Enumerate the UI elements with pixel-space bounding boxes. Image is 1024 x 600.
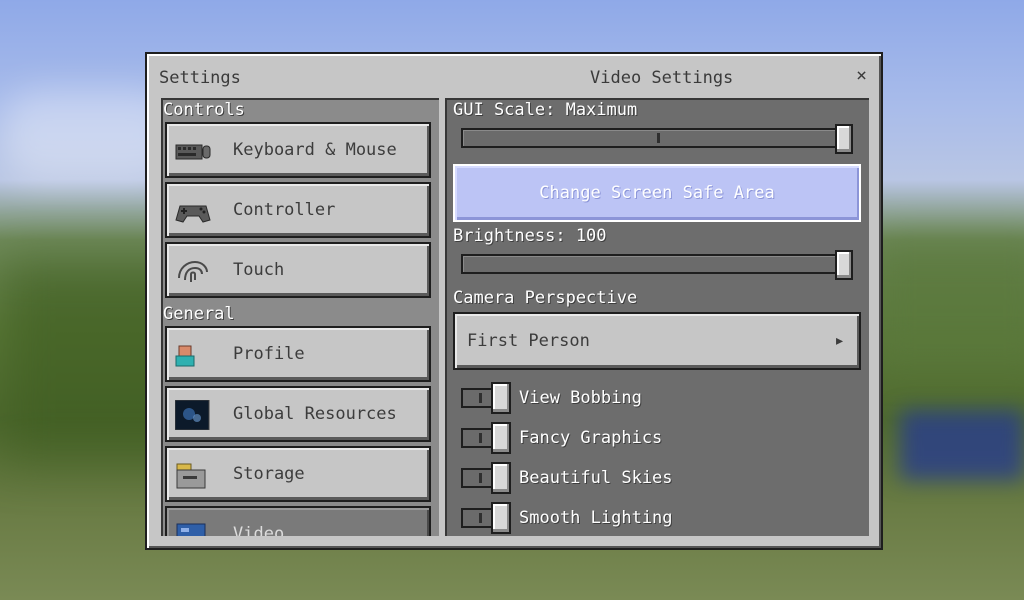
sidebar-item-label: Storage <box>233 464 305 484</box>
brightness-slider[interactable] <box>461 250 853 280</box>
toggle-handle <box>491 422 511 454</box>
controller-icon <box>175 205 211 223</box>
slider-handle[interactable] <box>835 124 853 154</box>
section-label-general: General <box>163 304 235 324</box>
beautiful-skies-label: Beautiful Skies <box>519 468 673 488</box>
sidebar-item-global-resources[interactable]: Global Resources <box>165 386 431 442</box>
beautiful-skies-toggle[interactable] <box>461 462 511 494</box>
keyboard-icon <box>175 144 211 160</box>
chevron-right-icon: ▸ <box>834 330 845 351</box>
sidebar-item-controller[interactable]: Controller <box>165 182 431 238</box>
sidebar-item-touch[interactable]: Touch <box>165 242 431 298</box>
view-bobbing-toggle[interactable] <box>461 382 511 414</box>
sidebar-item-label: Controller <box>233 200 336 220</box>
video-settings-panel: GUI Scale: Maximum Change Screen Safe Ar… <box>445 98 869 536</box>
slider-handle[interactable] <box>835 250 853 280</box>
toggle-row-view-bobbing: View Bobbing <box>461 382 851 414</box>
settings-window: Settings Video Settings × Controls Keybo… <box>145 52 883 550</box>
background-terrain-right <box>870 240 1024 360</box>
brightness-label: Brightness: 100 <box>453 226 607 246</box>
sidebar-item-keyboard-mouse[interactable]: Keyboard & Mouse <box>165 122 431 178</box>
camera-perspective-value: First Person <box>467 331 590 351</box>
sidebar-item-label: Keyboard & Mouse <box>233 140 397 160</box>
section-label-controls: Controls <box>163 100 245 120</box>
global-resources-icon <box>175 400 210 430</box>
background-water <box>900 410 1024 480</box>
sidebar-item-label: Video <box>233 524 285 536</box>
camera-perspective-label: Camera Perspective <box>453 288 638 308</box>
settings-sidebar: Controls Keyboard & Mouse Controller Tou… <box>161 98 439 536</box>
fancy-graphics-toggle[interactable] <box>461 422 511 454</box>
close-icon[interactable]: × <box>856 65 867 86</box>
sidebar-item-label: Global Resources <box>233 404 397 424</box>
page-title: Video Settings <box>590 68 734 88</box>
sidebar-item-label: Touch <box>233 260 285 280</box>
profile-icon <box>175 345 195 367</box>
slider-tick <box>657 133 660 143</box>
sidebar-item-video[interactable]: Video <box>165 506 431 536</box>
camera-perspective-dropdown[interactable]: First Person ▸ <box>453 312 861 370</box>
toggle-handle <box>491 502 511 534</box>
toggle-row-smooth-lighting: Smooth Lighting <box>461 502 851 534</box>
video-icon <box>176 523 206 536</box>
smooth-lighting-label: Smooth Lighting <box>519 508 673 528</box>
toggle-handle <box>491 462 511 494</box>
toggle-row-fancy-graphics: Fancy Graphics <box>461 422 851 454</box>
gui-scale-label: GUI Scale: Maximum <box>453 100 638 120</box>
toggle-row-beautiful-skies: Beautiful Skies <box>461 462 851 494</box>
view-bobbing-label: View Bobbing <box>519 388 642 408</box>
smooth-lighting-toggle[interactable] <box>461 502 511 534</box>
window-title: Settings <box>159 68 241 88</box>
touch-icon <box>178 260 208 282</box>
fancy-graphics-label: Fancy Graphics <box>519 428 663 448</box>
sidebar-item-profile[interactable]: Profile <box>165 326 431 382</box>
gui-scale-slider[interactable] <box>461 124 853 154</box>
change-screen-safe-area-button[interactable]: Change Screen Safe Area <box>453 164 861 222</box>
storage-icon <box>176 463 206 489</box>
toggle-handle <box>491 382 511 414</box>
sidebar-item-label: Profile <box>233 344 305 364</box>
sidebar-item-storage[interactable]: Storage <box>165 446 431 502</box>
